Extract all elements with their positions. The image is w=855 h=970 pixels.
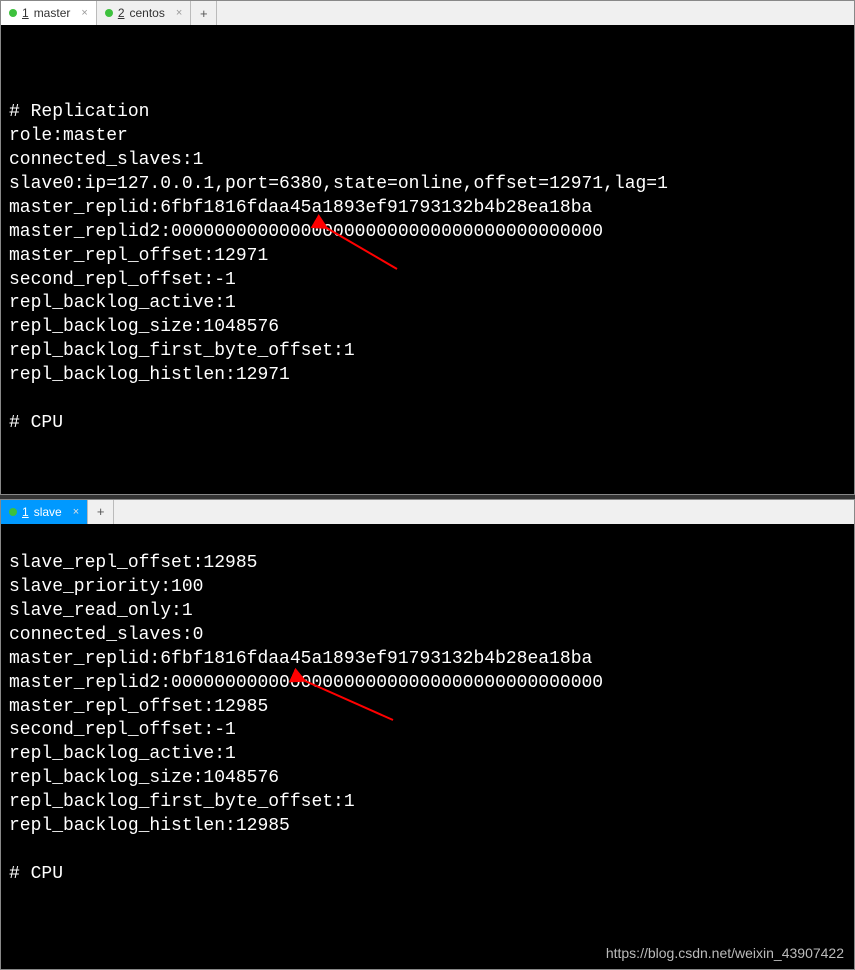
tab-slave[interactable]: 1 slave × xyxy=(1,500,88,524)
status-dot-icon xyxy=(9,9,17,17)
output-line: master_replid2:0000000000000000000000000… xyxy=(9,673,603,693)
status-dot-icon xyxy=(9,508,17,516)
tab-label: slave xyxy=(34,505,62,519)
output-line: second_repl_offset:-1 xyxy=(9,270,236,290)
status-dot-icon xyxy=(105,9,113,17)
output-line: repl_backlog_histlen:12971 xyxy=(9,365,290,385)
close-icon[interactable]: × xyxy=(73,506,79,518)
tab-num: 1 xyxy=(22,6,29,20)
tab-master[interactable]: 1 master × xyxy=(1,1,97,25)
output-line: master_replid2:0000000000000000000000000… xyxy=(9,222,603,242)
output-line: repl_backlog_size:1048576 xyxy=(9,768,279,788)
bottom-tab-bar: 1 slave × + xyxy=(1,500,854,524)
bottom-terminal-window: 1 slave × + slave_repl_offset:12985 slav… xyxy=(0,499,855,970)
tab-label: master xyxy=(34,6,71,20)
output-line: repl_backlog_first_byte_offset:1 xyxy=(9,792,355,812)
output-line: master_repl_offset:12985 xyxy=(9,697,268,717)
output-line: repl_backlog_active:1 xyxy=(9,744,236,764)
output-line: slave_priority:100 xyxy=(9,577,203,597)
output-line: master_repl_offset:12971 xyxy=(9,246,268,266)
output-line: repl_backlog_first_byte_offset:1 xyxy=(9,341,355,361)
output-line: slave_read_only:1 xyxy=(9,601,193,621)
tab-label: centos xyxy=(130,6,165,20)
output-line: connected_slaves:0 xyxy=(9,625,203,645)
output-line: repl_backlog_active:1 xyxy=(9,293,236,313)
output-line: connected_slaves:1 xyxy=(9,150,203,170)
output-line: second_repl_offset:-1 xyxy=(9,720,236,740)
tab-centos[interactable]: 2 centos × xyxy=(97,1,191,25)
close-icon[interactable]: × xyxy=(81,7,87,19)
output-line: master_replid:6fbf1816fdaa45a1893ef91793… xyxy=(9,198,592,218)
output-line: # CPU xyxy=(9,864,63,884)
output-line: role:master xyxy=(9,126,128,146)
add-tab-button[interactable]: + xyxy=(191,1,217,25)
output-line: master_replid:6fbf1816fdaa45a1893ef91793… xyxy=(9,649,592,669)
tab-num: 1 xyxy=(22,505,29,519)
watermark-text: https://blog.csdn.net/weixin_43907422 xyxy=(606,944,844,963)
output-line: # CPU xyxy=(9,413,63,433)
output-line: slave_repl_offset:12985 xyxy=(9,553,257,573)
tab-num: 2 xyxy=(118,6,125,20)
top-tab-bar: 1 master × 2 centos × + xyxy=(1,1,854,25)
top-terminal-window: 1 master × 2 centos × + # Replication ro… xyxy=(0,0,855,495)
output-line: slave0:ip=127.0.0.1,port=6380,state=onli… xyxy=(9,174,668,194)
close-icon[interactable]: × xyxy=(176,7,182,19)
top-terminal-output[interactable]: # Replication role:master connected_slav… xyxy=(1,25,854,494)
bottom-terminal-output[interactable]: slave_repl_offset:12985 slave_priority:1… xyxy=(1,524,854,969)
output-line: repl_backlog_size:1048576 xyxy=(9,317,279,337)
output-line: repl_backlog_histlen:12985 xyxy=(9,816,290,836)
add-tab-button[interactable]: + xyxy=(88,500,114,524)
output-line: # Replication xyxy=(9,102,149,122)
